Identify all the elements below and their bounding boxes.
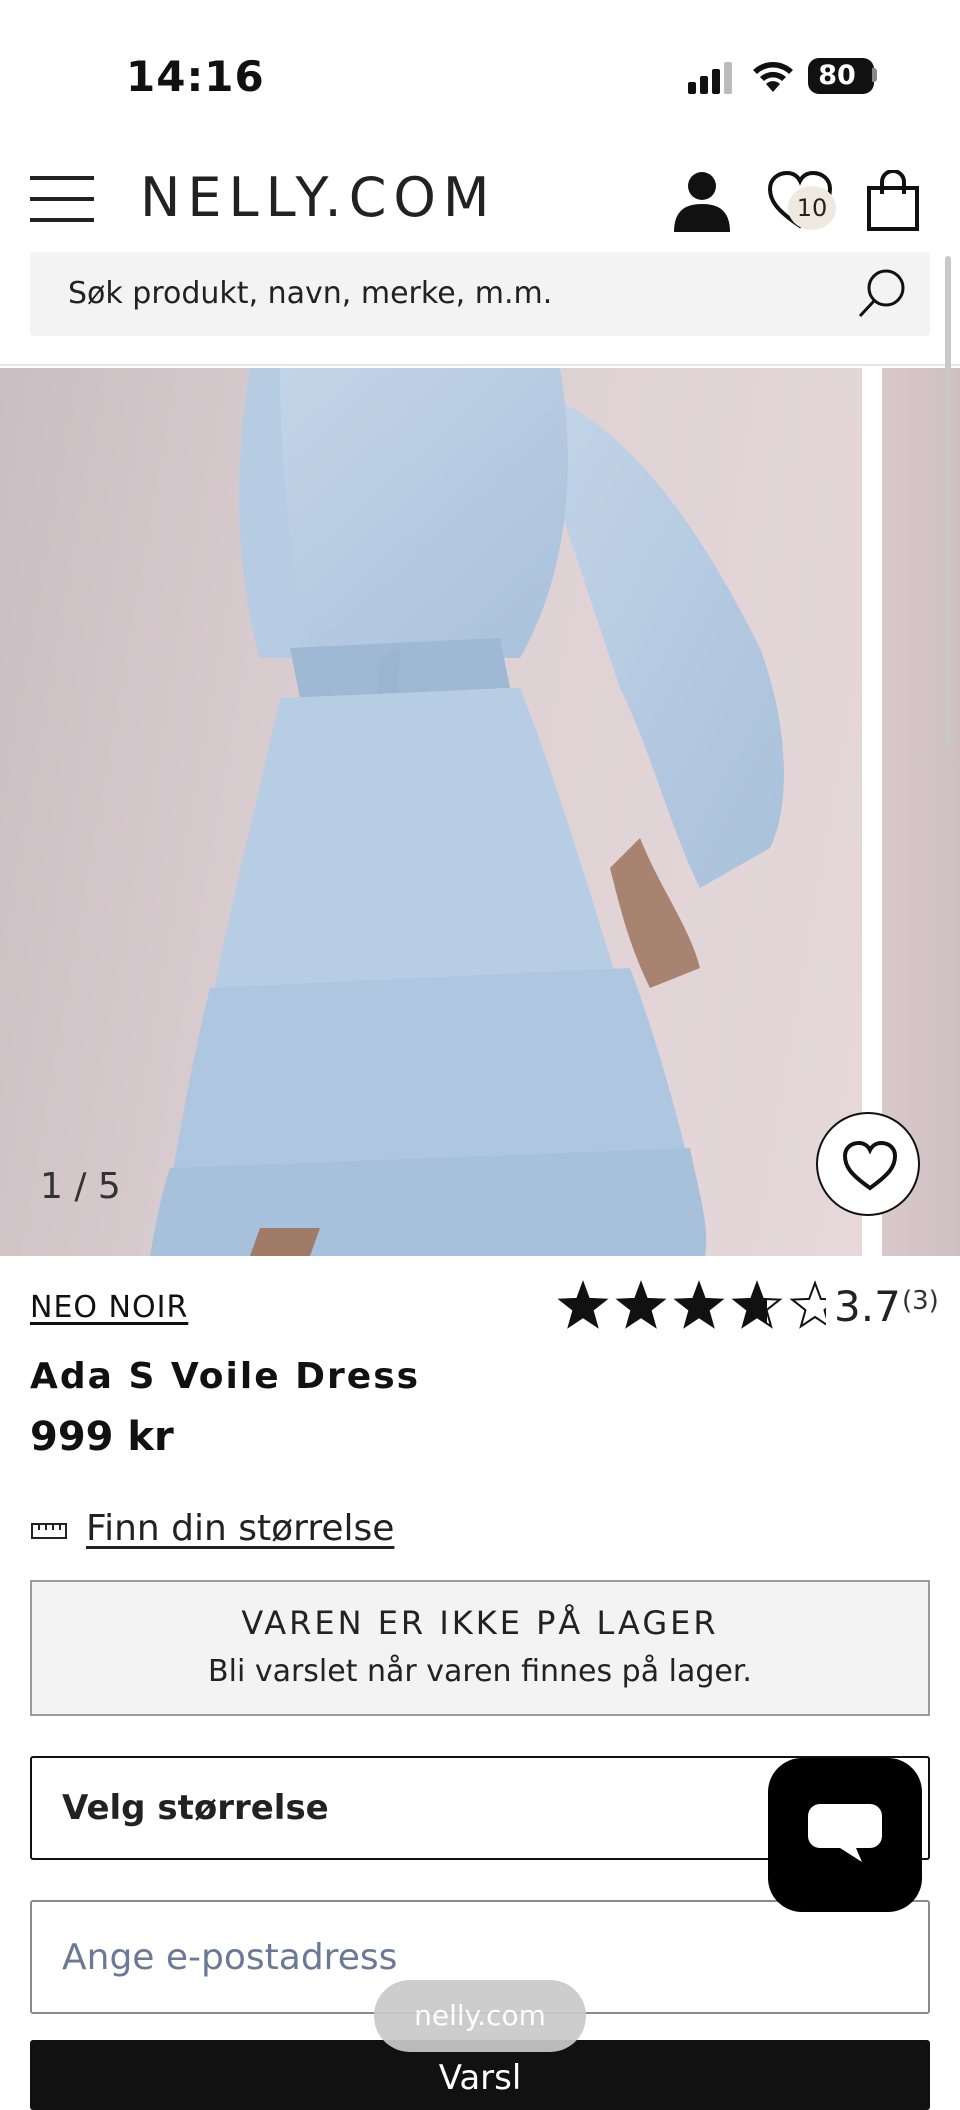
rating-count[interactable]: (3) — [902, 1286, 939, 1316]
dress-photo — [150, 368, 784, 1256]
battery-indicator: 80 — [808, 58, 874, 94]
bag-icon[interactable] — [866, 170, 920, 232]
search-input[interactable]: Søk produkt, navn, merke, m.m. — [68, 276, 552, 311]
favorite-button[interactable] — [816, 1112, 920, 1216]
site-logo[interactable]: NELLY.COM — [140, 166, 497, 229]
star-fill — [676, 1283, 722, 1327]
size-select-label: Velg størrelse — [62, 1788, 329, 1828]
ruler-icon — [31, 1523, 67, 1539]
wifi-icon — [753, 62, 793, 92]
notify-button-label: Varsl — [438, 2058, 522, 2098]
battery-tip — [872, 68, 877, 82]
header-divider — [0, 364, 960, 366]
product-image-gallery[interactable]: 1 / 5 — [0, 368, 960, 1256]
product-brand-link[interactable]: NEO NOIR — [30, 1290, 188, 1325]
menu-icon[interactable] — [30, 174, 94, 224]
out-of-stock-title: VAREN ER IKKE PÅ LAGER — [241, 1604, 719, 1642]
account-icon[interactable] — [672, 170, 732, 232]
search-bar[interactable]: Søk produkt, navn, merke, m.m. — [30, 252, 930, 336]
out-of-stock-notice: VAREN ER IKKE PÅ LAGER Bli varslet når v… — [30, 1580, 930, 1716]
rating-value: 3.7 — [834, 1282, 901, 1331]
star-fill — [560, 1283, 606, 1327]
image-counter: 1 / 5 — [40, 1166, 121, 1207]
size-guide-link[interactable]: Finn din størrelse — [86, 1508, 394, 1549]
out-of-stock-subtitle: Bli varslet når varen finnes på lager. — [208, 1654, 752, 1689]
product-name: Ada S Voile Dress — [30, 1356, 421, 1397]
product-price: 999 kr — [30, 1414, 174, 1460]
status-time: 14:16 — [126, 52, 265, 101]
battery-level: 80 — [818, 60, 856, 91]
heart-icon — [842, 1140, 898, 1191]
product-image[interactable] — [0, 368, 862, 1256]
star-outline — [789, 1280, 826, 1329]
browser-url-pill[interactable]: nelly.com — [374, 1980, 586, 2052]
search-icon[interactable] — [854, 266, 910, 322]
rating-stars — [557, 1280, 826, 1329]
star-fill — [618, 1283, 664, 1327]
cellular-signal-icon — [688, 62, 732, 94]
chat-button[interactable] — [768, 1758, 922, 1912]
scrollbar[interactable] — [945, 256, 951, 746]
wishlist-count-badge: 10 — [788, 186, 836, 230]
chat-icon — [808, 1804, 882, 1862]
